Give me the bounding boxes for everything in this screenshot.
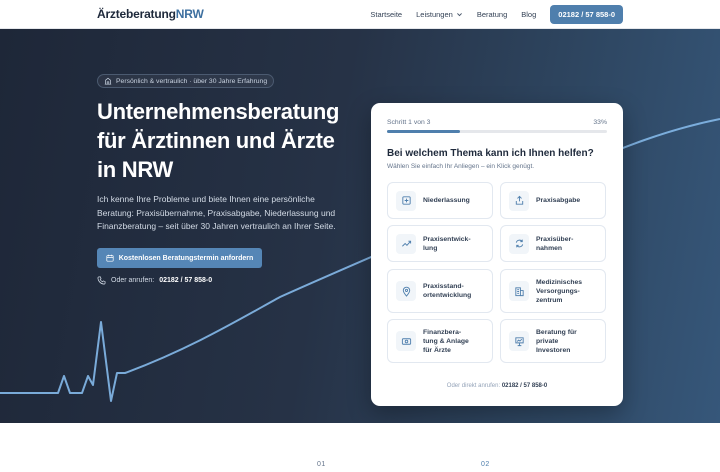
trend-up-icon [396,233,416,254]
nav-link-leistungen[interactable]: Leistungen [416,10,463,19]
site-logo[interactable]: ÄrzteberatungNRW [97,7,204,21]
hero-lead: Ich kenne Ihre Probleme und biete Ihnen … [97,194,336,231]
call-prefix: Oder anrufen: [111,277,155,284]
phone-icon [97,276,106,285]
wizard-progress-bar [387,130,607,133]
option-label: Praxisstand-ortentwicklung [423,283,472,299]
refresh-icon [509,233,529,254]
wizard-step-text: Schritt 1 von 3 [387,119,431,126]
location-pin-icon [396,281,416,301]
section-number-01: 01 [317,461,326,468]
building-icon [104,77,112,85]
nav-link-blog[interactable]: Blog [521,10,536,19]
wizard-question: Bei welchem Thema kann ich Ihnen helfen? [387,148,594,159]
clinic-icon [396,190,416,211]
top-navigation: ÄrzteberatungNRW Startseite Leistungen B… [0,0,720,29]
option-label: Finanzbera-tung & Anlage für Ärzte [423,328,469,354]
option-praxisentwicklung[interactable]: Praxisentwick-lung [387,225,493,262]
option-label: Niederlassung [423,197,470,204]
option-label: Beratung für private Investoren [536,328,577,354]
trust-badge-text: Persönlich & vertraulich · über 30 Jahre… [116,77,268,85]
option-praxisuebernahmen[interactable]: Praxisüber-nahmen [500,225,606,262]
logo-accent: NRW [175,7,204,21]
call-number: 02182 / 57 858-0 [159,277,213,284]
handover-icon [509,190,529,211]
option-praxisabgabe[interactable]: Praxisabgabe [500,182,606,219]
topic-wizard-card: Schritt 1 von 3 33% Bei welchem Thema ka… [371,103,623,406]
nav-link-beratung[interactable]: Beratung [477,10,507,19]
option-label: Praxisabgabe [536,197,581,204]
section-number-02: 02 [481,461,490,468]
option-private-investoren[interactable]: Beratung für private Investoren [500,319,606,363]
call-link[interactable]: Oder anrufen: 02182 / 57 858-0 [97,276,212,285]
building-icon [509,281,529,301]
hero-title: Unternehmensberatung für Ärztinnen und Ä… [97,99,340,182]
wizard-footer-number[interactable]: 02182 / 57 858-0 [502,383,547,389]
wizard-footer: Oder direkt anrufen: 02182 / 57 858-0 [371,383,623,389]
trust-badge: Persönlich & vertraulich · über 30 Jahre… [97,74,275,88]
money-icon [396,331,416,351]
hero-section: Persönlich & vertraulich · über 30 Jahre… [0,29,720,423]
wizard-progress-percent: 33% [593,119,607,126]
request-appointment-label: Kostenlosen Beratungstermin anfordern [118,254,254,262]
investor-icon [509,331,529,351]
request-appointment-button[interactable]: Kostenlosen Beratungstermin anfordern [97,248,262,268]
option-label: Praxisüber-nahmen [536,235,574,252]
option-finanzberatung[interactable]: Finanzbera-tung & Anlage für Ärzte [387,319,493,363]
wizard-subtitle: Wählen Sie einfach Ihr Anliegen – ein Kl… [387,163,535,170]
logo-main: Ärzteberatung [97,7,176,21]
nav-link-startseite[interactable]: Startseite [370,10,402,19]
nav-link-leistungen-label: Leistungen [416,9,453,19]
option-praxisstandortentwicklung[interactable]: Praxisstand-ortentwicklung [387,269,493,313]
calendar-icon [106,254,114,262]
phone-button[interactable]: 02182 / 57 858-0 [550,4,623,24]
chevron-down-icon [456,12,462,16]
option-label: Medizinisches Versorgungs-zentrum [536,278,583,304]
nav-links: Startseite Leistungen Beratung Blog 0218… [370,4,623,24]
option-label: Praxisentwick-lung [423,235,471,252]
wizard-footer-prefix: Oder direkt anrufen: [446,383,501,389]
option-mvz[interactable]: Medizinisches Versorgungs-zentrum [500,269,606,313]
wizard-progress-fill [387,130,460,133]
option-niederlassung[interactable]: Niederlassung [387,182,493,219]
